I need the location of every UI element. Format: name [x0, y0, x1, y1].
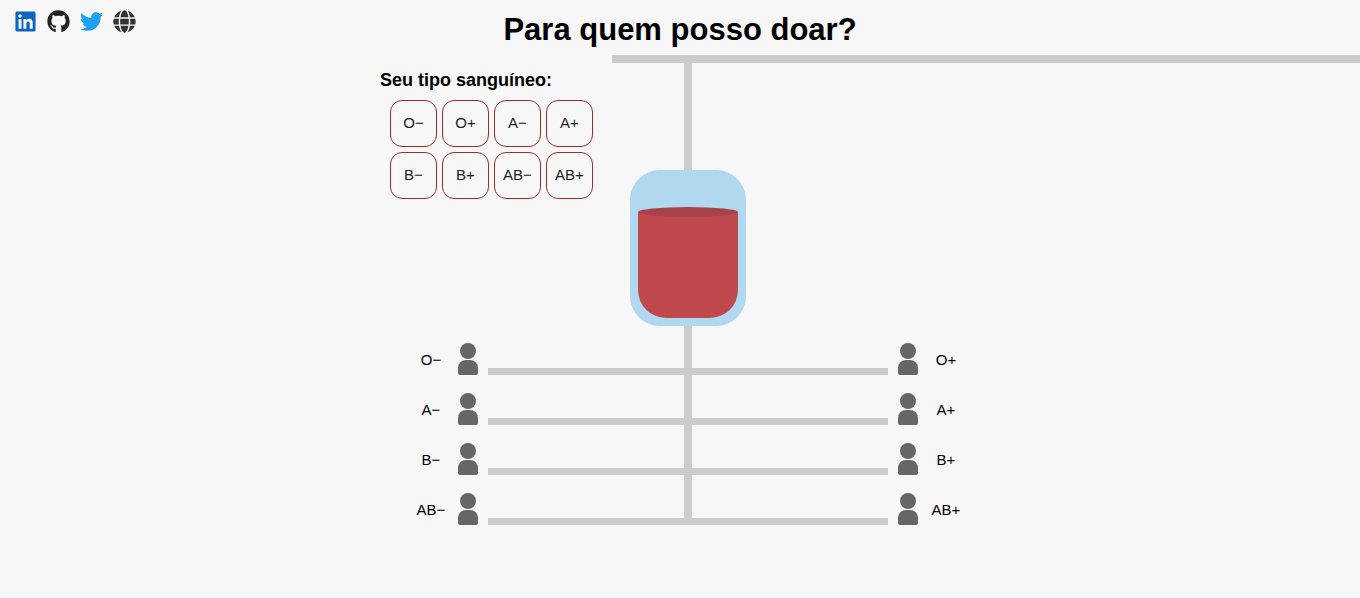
- recipient-label: AB−: [410, 499, 452, 522]
- person-icon: [458, 443, 478, 475]
- blood-type-button[interactable]: B+: [442, 152, 489, 199]
- recipient-label: A+: [924, 399, 968, 422]
- connection-line: [488, 518, 888, 525]
- blood-type-button[interactable]: AB−: [494, 152, 541, 199]
- person-icon: [898, 393, 918, 425]
- twitter-icon[interactable]: [80, 10, 103, 33]
- recipient-row: B− B+: [410, 443, 968, 475]
- recipient-row: AB− AB+: [410, 493, 968, 525]
- blood-bag: [630, 170, 746, 326]
- blood-type-button[interactable]: AB+: [546, 152, 593, 199]
- blood-fill: [638, 212, 738, 318]
- selector-label: Seu tipo sanguíneo:: [380, 68, 593, 92]
- person-icon: [458, 343, 478, 375]
- person-icon: [898, 343, 918, 375]
- top-pipe: [612, 55, 1360, 63]
- recipient-label: B−: [410, 449, 452, 472]
- recipient-label: O−: [410, 349, 452, 372]
- page: Para quem posso doar? Seu tipo sanguíneo:…: [0, 0, 1360, 598]
- globe-icon[interactable]: [113, 10, 136, 33]
- recipient-label: O+: [924, 349, 968, 372]
- person-icon: [458, 393, 478, 425]
- connection-line: [488, 368, 888, 375]
- recipient-label: A−: [410, 399, 452, 422]
- blood-type-selector: Seu tipo sanguíneo: O−O+A−A+ B−B+AB−AB+: [380, 68, 593, 199]
- blood-type-button[interactable]: A+: [546, 100, 593, 147]
- page-title: Para quem posso doar?: [503, 10, 856, 50]
- connection-line: [488, 418, 888, 425]
- blood-type-button[interactable]: O−: [390, 100, 437, 147]
- blood-type-button[interactable]: B−: [390, 152, 437, 199]
- github-icon[interactable]: [47, 10, 70, 33]
- recipient-row: A− A+: [410, 393, 968, 425]
- recipient-label: B+: [924, 449, 968, 472]
- person-icon: [898, 443, 918, 475]
- blood-type-button[interactable]: A−: [494, 100, 541, 147]
- connection-line: [488, 468, 888, 475]
- person-icon: [458, 493, 478, 525]
- linkedin-icon[interactable]: [14, 10, 37, 33]
- recipient-label: AB+: [924, 499, 968, 522]
- social-links: [14, 10, 136, 33]
- recipient-row: O− O+: [410, 343, 968, 375]
- blood-type-button[interactable]: O+: [442, 100, 489, 147]
- person-icon: [898, 493, 918, 525]
